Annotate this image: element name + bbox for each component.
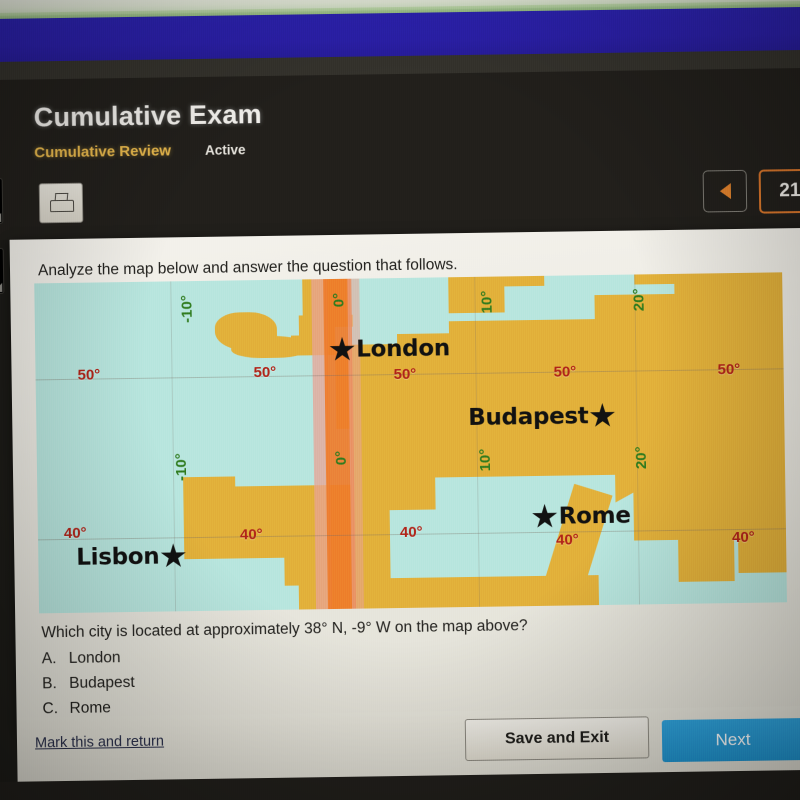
longitude-label-upper-3: 20° <box>630 288 648 312</box>
city-label-budapest: Budapest <box>468 403 589 431</box>
latitude-label-50-0: 50° <box>77 366 101 384</box>
question-card: Analyze the map below and answer the que… <box>9 227 800 732</box>
latitude-label-40-3: 40° <box>555 531 579 549</box>
sea-north-sea <box>352 272 449 335</box>
status-badge: Active <box>204 142 246 158</box>
question-number-badge[interactable]: 21 <box>758 168 800 214</box>
option-b[interactable]: B. Budapest <box>42 671 135 696</box>
page-title: Cumulative Exam <box>33 99 263 133</box>
next-button[interactable]: Next <box>661 718 800 763</box>
latitude-label-50-1: 50° <box>253 363 277 382</box>
longitude-label-lower-3: 20° <box>632 446 651 470</box>
latitude-label-50-2: 50° <box>393 365 417 384</box>
option-c-letter: C. <box>42 700 59 718</box>
star-icon <box>329 337 355 363</box>
city-label-rome: Rome <box>558 502 631 530</box>
star-icon <box>589 403 615 429</box>
longitude-label-upper-0: -10° <box>178 295 196 323</box>
city-marker-rome: Rome <box>532 503 631 530</box>
latitude-label-40-4: 40° <box>731 528 755 547</box>
option-c-label: Rome <box>69 699 111 717</box>
breadcrumb: Cumulative Review Active <box>34 141 245 161</box>
save-and-exit-button[interactable]: Save and Exit <box>464 716 650 762</box>
sea-irish <box>276 305 300 336</box>
city-marker-lisbon: Lisbon <box>76 543 186 571</box>
longitude-label-lower-1: 0° <box>332 450 350 466</box>
europe-map: -10° 0° 10° 20° -10° 0° 10° 20° 50° 50° … <box>34 272 788 614</box>
longitude-label-upper-2: 10° <box>478 290 496 314</box>
city-label-lisbon: Lisbon <box>76 543 160 571</box>
option-b-label: Budapest <box>69 673 135 692</box>
longitude-label-upper-1: 0° <box>330 292 348 308</box>
thumbnail-corner-icon <box>0 212 2 223</box>
breadcrumb-cumulative-review[interactable]: Cumulative Review <box>34 142 171 161</box>
mark-this-and-return-link[interactable]: Mark this and return <box>35 734 164 752</box>
city-marker-budapest: Budapest <box>468 403 616 431</box>
analyze-prompt: Analyze the map below and answer the que… <box>37 256 458 280</box>
left-triangle-icon <box>719 183 731 200</box>
star-icon <box>160 543 186 569</box>
latitude-label-40-2: 40° <box>399 523 423 542</box>
print-button[interactable] <box>38 182 84 224</box>
latitude-label-50-3: 50° <box>553 363 577 381</box>
longitude-label-lower-0: -10° <box>172 453 191 482</box>
longitude-label-lower-2: 10° <box>476 448 495 472</box>
latitude-label-40-0: 40° <box>63 524 87 542</box>
option-a-label: London <box>68 649 121 667</box>
previous-question-button[interactable] <box>702 169 748 213</box>
edge-thumbnail-tab-2[interactable] <box>0 247 5 295</box>
option-a-letter: A. <box>41 650 57 668</box>
printer-icon <box>49 192 75 213</box>
option-b-letter: B. <box>42 675 57 693</box>
city-marker-london: London <box>329 335 450 363</box>
option-a[interactable]: A. London <box>42 646 135 671</box>
latitude-label-50-4: 50° <box>717 360 741 379</box>
latitude-label-40-1: 40° <box>239 526 263 544</box>
land-greece <box>677 525 735 582</box>
city-label-london: London <box>356 335 451 363</box>
screen-photograph: Cumulative Exam Cumulative Review Active… <box>0 0 800 800</box>
star-icon <box>532 504 558 530</box>
answer-options: A. London B. Budapest C. Rome <box>42 646 136 721</box>
question-text: Which city is located at approximately 3… <box>41 617 528 642</box>
thumbnail-corner-icon <box>0 282 3 293</box>
